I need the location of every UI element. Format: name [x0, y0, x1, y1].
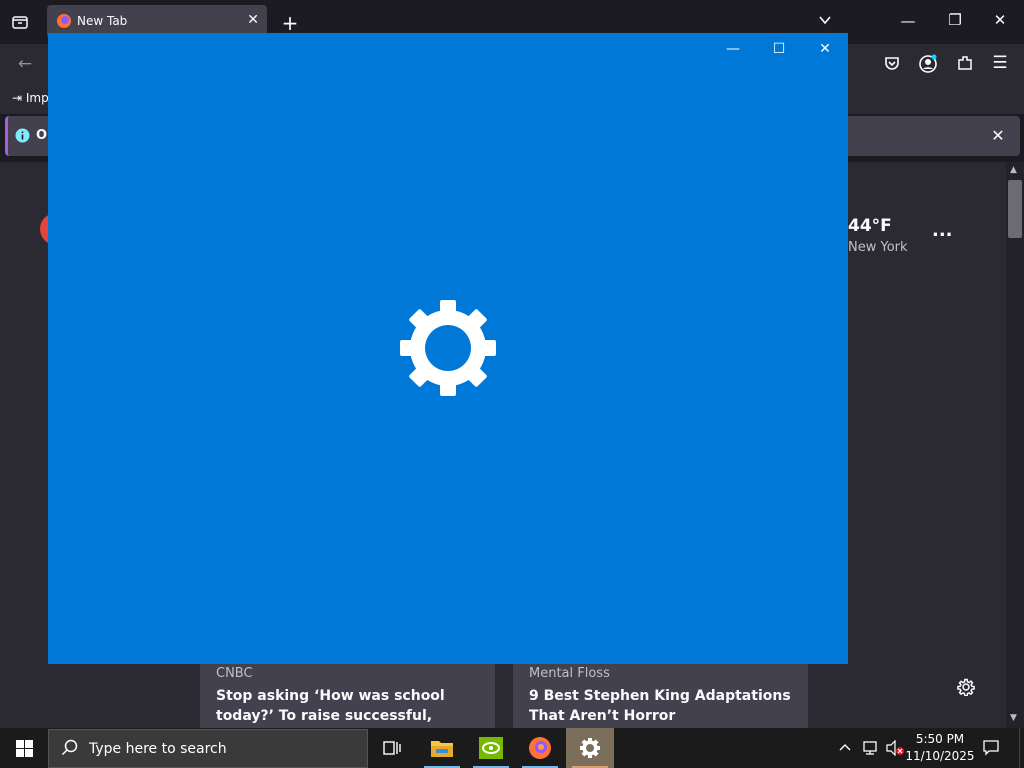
splash-maximize-icon[interactable]: ☐: [764, 41, 794, 59]
taskbar-nvidia-app[interactable]: [467, 728, 515, 768]
weather-more-button[interactable]: ...: [932, 220, 953, 241]
network-icon[interactable]: [862, 740, 880, 760]
taskbar-search-box[interactable]: Type here to search: [48, 729, 368, 768]
show-desktop-button[interactable]: [1019, 728, 1024, 768]
folder-icon: [431, 741, 453, 757]
extensions-icon[interactable]: [955, 54, 975, 76]
tab-close-icon[interactable]: ✕: [247, 12, 259, 28]
new-tab-icon[interactable]: +: [280, 11, 300, 35]
splash-minimize-icon[interactable]: —: [718, 41, 748, 59]
taskbar-firefox[interactable]: [516, 728, 564, 768]
scroll-down-icon[interactable]: ▼: [1010, 713, 1017, 723]
weather-city: New York: [848, 240, 908, 255]
splash-close-icon[interactable]: ✕: [810, 41, 840, 59]
info-icon: [15, 128, 30, 147]
task-view-button[interactable]: [368, 728, 416, 768]
taskbar-settings[interactable]: [566, 728, 614, 768]
story-source: Mental Floss: [529, 666, 610, 681]
notification-close-icon[interactable]: ✕: [988, 126, 1008, 145]
firefox-icon: [56, 13, 72, 33]
search-placeholder: Type here to search: [89, 741, 227, 757]
back-arrow-icon[interactable]: ←: [14, 54, 36, 74]
start-button[interactable]: [0, 728, 48, 768]
settings-gear-icon: [580, 738, 600, 758]
story-source: CNBC: [216, 666, 253, 681]
list-all-tabs-icon[interactable]: [815, 12, 835, 32]
minimize-icon[interactable]: —: [898, 12, 918, 30]
pocket-icon[interactable]: [882, 54, 902, 76]
search-icon: [61, 739, 79, 761]
story-card[interactable]: Mental Floss 9 Best Stephen King Adaptat…: [513, 664, 808, 728]
tab-list-icon[interactable]: [10, 12, 30, 32]
story-card[interactable]: CNBC Stop asking ‘How was school today?’…: [200, 664, 495, 744]
scroll-up-icon[interactable]: ▲: [1010, 165, 1017, 175]
scrollbar-thumb[interactable]: [1008, 180, 1022, 238]
firefox-icon: [529, 737, 551, 759]
task-view-icon: [383, 741, 401, 755]
newtab-settings-gear-icon[interactable]: [957, 678, 975, 700]
action-center-icon[interactable]: [982, 739, 1000, 761]
account-icon[interactable]: [918, 54, 938, 78]
taskbar-file-explorer[interactable]: [418, 728, 466, 768]
show-hidden-icons-chevron-icon[interactable]: [838, 740, 852, 759]
close-window-icon[interactable]: ✕: [990, 11, 1010, 29]
settings-splash-window: — ☐ ✕: [48, 33, 848, 664]
nvidia-icon: [479, 737, 503, 759]
windows-logo-icon: [16, 740, 33, 757]
bookmark-import-item[interactable]: ⇥ Imp: [12, 91, 49, 105]
weather-temperature: 44°F: [848, 216, 892, 236]
bookmark-import-label: Imp: [25, 91, 49, 105]
system-clock[interactable]: 5:50 PM 11/10/2025: [900, 731, 980, 765]
clock-date: 11/10/2025: [905, 749, 975, 763]
clock-time: 5:50 PM: [915, 732, 965, 746]
restore-icon[interactable]: ❐: [945, 11, 965, 29]
menu-icon[interactable]: ☰: [990, 53, 1010, 73]
import-icon: ⇥: [12, 91, 23, 105]
gear-icon: [398, 298, 498, 398]
story-headline: 9 Best Stephen King Adaptations That Are…: [529, 688, 791, 724]
notification-text: O: [36, 128, 48, 143]
tab-title: New Tab: [77, 14, 128, 28]
page-scrollbar[interactable]: [1006, 162, 1024, 728]
